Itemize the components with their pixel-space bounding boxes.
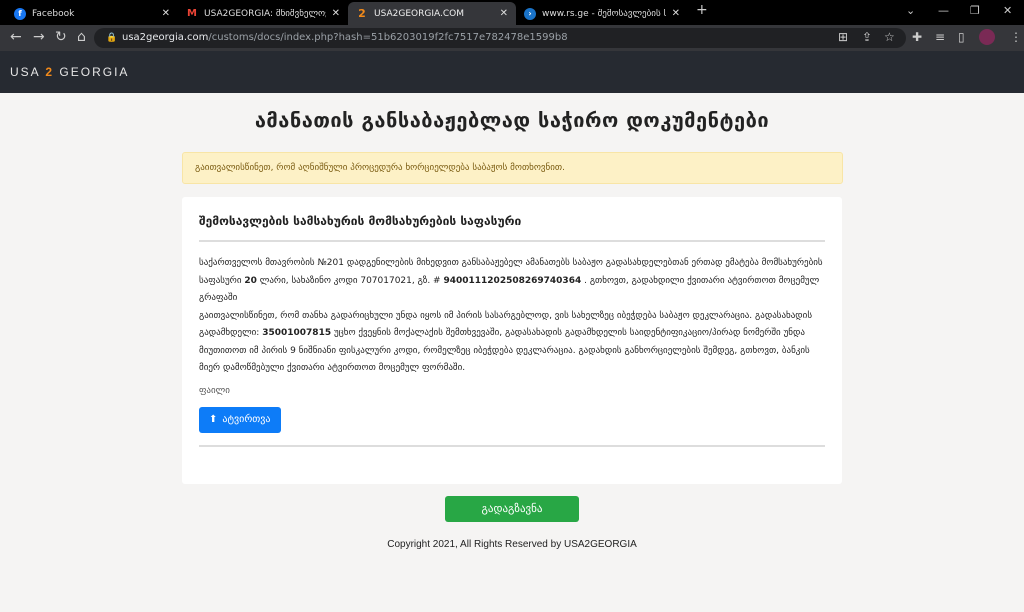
close-tab-icon[interactable]: ✕ [162,8,170,19]
url-domain: usa2georgia.com [122,32,209,43]
fee-amount: 20 [244,275,257,286]
address-bar-row: ← → ↻ ⌂ 🔒 usa2georgia.com/customs/docs/in… [0,25,1024,51]
tab-title: Facebook [32,8,75,19]
restore-button[interactable]: ❐ [970,4,980,17]
tab-bar: f Facebook ✕ M USA2GEORGIA: მნიშვნელოვან ✕ 2… [0,0,1024,25]
file-label: ფაილი [199,385,230,396]
home-icon[interactable]: ⌂ [77,29,86,45]
warning-alert: გაითვალისწინეთ, რომ აღნიშნული პროცედურა … [182,152,843,184]
url-input[interactable]: 🔒 usa2georgia.com/customs/docs/index.php?… [94,28,906,48]
facebook-icon: f [14,7,26,20]
site-header: USA 2 GEORGIA [0,51,1024,93]
tab-search-icon[interactable]: ⌄ [906,4,915,17]
close-tab-icon[interactable]: ✕ [332,8,340,19]
instructions-part: ლარი, სახაზინო კოდი 707017021, გზ. # [256,275,444,286]
bookmark-star-icon[interactable]: ☆ [884,30,895,44]
new-tab-button[interactable]: + [696,2,708,18]
extensions-icon[interactable]: ✚ [912,30,922,44]
reload-icon[interactable]: ↻ [55,29,67,45]
forward-icon[interactable]: → [33,29,45,45]
site-logo[interactable]: USA 2 GEORGIA [10,65,129,79]
share-icon[interactable]: ⇪ [862,30,872,44]
close-window-button[interactable]: ✕ [1003,4,1012,17]
tab-rs-ge[interactable]: › www.rs.ge - შემოსავლების სამ ✕ [516,2,688,25]
back-icon[interactable]: ← [10,29,22,45]
close-tab-icon[interactable]: ✕ [500,8,508,19]
menu-icon[interactable]: ⋮ [1010,30,1022,44]
lock-icon: 🔒 [106,33,118,43]
divider [199,444,825,447]
tab-gmail[interactable]: M USA2GEORGIA: მნიშვნელოვან ✕ [178,2,348,25]
tab-title: USA2GEORGIA.COM [374,8,464,19]
copyright: Copyright 2021, All Rights Reserved by U… [387,539,637,550]
media-control-icon[interactable]: ≡ [935,30,945,44]
close-tab-icon[interactable]: ✕ [672,8,680,19]
tab-title: www.rs.ge - შემოსავლების სამ [542,8,666,19]
url-path: /customs/docs/index.php?hash=51b6203019f… [208,32,568,43]
payer-code: 35001007815 [262,328,332,338]
rs-ge-icon: › [524,7,536,20]
divider [199,240,825,242]
side-panel-icon[interactable]: ▯ [958,30,965,44]
submit-button[interactable]: გადაგზავნა [445,496,579,522]
usa2georgia-icon: 2 [358,6,366,20]
treasury-code: 940011120250826974036­4 [443,275,582,286]
translate-icon[interactable]: ⊞ [838,30,848,44]
profile-avatar[interactable] [979,29,995,45]
service-fee-card: შემოსავლების სამსახურის მომსახურების საფ… [182,197,842,484]
page-title: ამანათის განსაბაჟებლად საჭირო დოკუმენტებ… [254,108,770,132]
upload-button[interactable]: ⬆ ატვირთვა [199,406,281,433]
tab-usa2georgia[interactable]: 2 USA2GEORGIA.COM ✕ [348,2,516,25]
upload-label: ატვირთვა [222,414,271,425]
tab-facebook[interactable]: f Facebook ✕ [6,2,178,25]
tab-title: USA2GEORGIA: მნიშვნელოვან [204,8,326,19]
minimize-button[interactable]: — [938,4,949,17]
upload-icon: ⬆ [209,414,218,425]
gmail-icon: M [187,7,197,19]
card-heading: შემოსავლების სამსახურის მომსახურების საფ… [199,214,522,228]
instructions-text: საქართველოს მთავრობის №201 დადგენილების … [199,255,825,378]
